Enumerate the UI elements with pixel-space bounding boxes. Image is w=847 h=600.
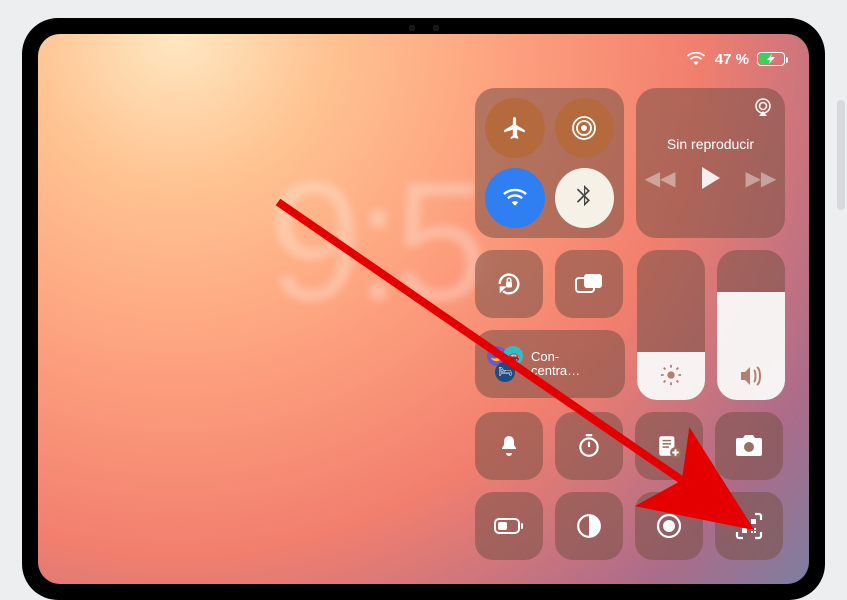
control-center: Sin reproducir ◀◀ ▶▶	[475, 88, 785, 560]
bezel: 9:5 47 %	[22, 18, 825, 600]
timer-icon	[576, 433, 602, 459]
forward-button[interactable]: ▶▶	[746, 166, 777, 191]
silent-toggle[interactable]	[475, 412, 543, 480]
airplane-icon	[502, 115, 528, 141]
screen: 9:5 47 %	[38, 34, 809, 584]
silent-icon	[497, 434, 521, 458]
volume-icon	[717, 366, 785, 386]
side-button	[837, 100, 845, 210]
low-power-toggle[interactable]	[475, 492, 543, 560]
rewind-button[interactable]: ◀◀	[645, 166, 676, 191]
lockscreen-clock: 9:5	[268, 144, 480, 340]
camera-button[interactable]	[715, 412, 783, 480]
focus-label: Con- centra…	[531, 350, 580, 379]
airplane-mode-toggle[interactable]	[485, 98, 545, 158]
battery-icon	[757, 52, 785, 66]
focus-modes-icon: 🌙 🚗 🛏	[487, 346, 523, 382]
charging-bolt-icon	[767, 54, 775, 64]
screen-mirroring-icon	[574, 272, 604, 296]
media-title-label: Sin reproducir	[667, 136, 754, 152]
brightness-slider[interactable]	[637, 250, 705, 400]
camera-icon	[735, 435, 763, 457]
dark-mode-toggle[interactable]	[555, 492, 623, 560]
bluetooth-icon	[576, 185, 592, 211]
focus-button[interactable]: 🌙 🚗 🛏 Con- centra…	[475, 330, 625, 398]
connectivity-group[interactable]	[475, 88, 624, 238]
wifi-status-icon	[683, 46, 709, 72]
screen-record-button[interactable]	[635, 492, 703, 560]
volume-slider[interactable]	[717, 250, 785, 400]
wifi-toggle[interactable]	[485, 168, 545, 228]
device-frame: 9:5 47 %	[0, 0, 847, 600]
qr-scan-button[interactable]	[715, 492, 783, 560]
battery-percent-label: 47 %	[715, 51, 749, 68]
screen-record-icon	[655, 512, 683, 540]
bluetooth-toggle[interactable]	[555, 168, 615, 228]
airplay-icon[interactable]	[753, 98, 773, 116]
media-controls-tile[interactable]: Sin reproducir ◀◀ ▶▶	[636, 88, 785, 238]
low-power-icon	[494, 518, 524, 534]
timer-button[interactable]	[555, 412, 623, 480]
qr-scan-icon	[734, 511, 764, 541]
notes-icon	[656, 433, 682, 459]
wifi-icon	[502, 188, 528, 208]
airdrop-icon	[570, 114, 598, 142]
brightness-icon	[637, 364, 705, 386]
media-transport: ◀◀ ▶▶	[645, 166, 777, 191]
screen-mirroring-button[interactable]	[555, 250, 623, 318]
front-camera	[409, 25, 439, 31]
orientation-lock-toggle[interactable]	[475, 250, 543, 318]
status-bar: 47 %	[683, 46, 785, 72]
play-button[interactable]	[702, 167, 720, 189]
orientation-lock-icon	[495, 270, 523, 298]
airdrop-toggle[interactable]	[555, 98, 615, 158]
dark-mode-icon	[576, 513, 602, 539]
quick-note-button[interactable]	[635, 412, 703, 480]
